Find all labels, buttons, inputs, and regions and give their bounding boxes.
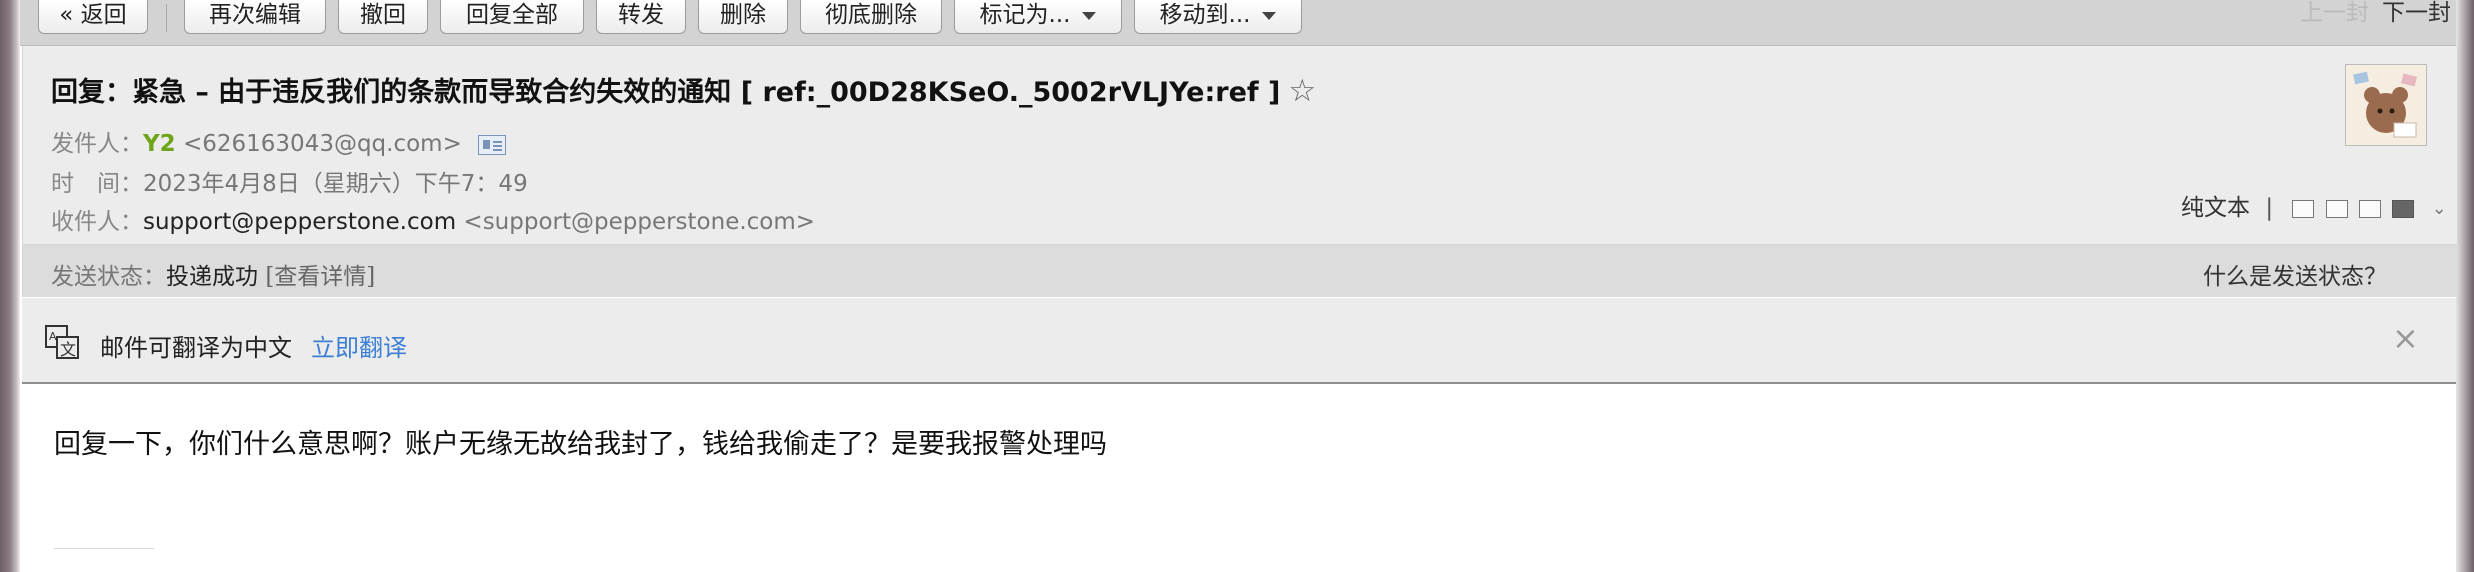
window-edge-left — [0, 0, 20, 572]
window-edge-right — [2456, 0, 2474, 572]
re-edit-button[interactable]: 再次编辑 — [184, 0, 326, 34]
translate-now-link[interactable]: 立即翻译 — [311, 328, 407, 363]
move-to-label: 移动到... — [1159, 2, 1251, 28]
back-button[interactable]: « 返回 — [38, 0, 148, 34]
recipient-name[interactable]: support@pepperstone.com — [143, 209, 456, 235]
print-icon[interactable] — [2392, 199, 2415, 218]
status-value: 投递成功 — [166, 264, 258, 290]
mark-as-label: 标记为... — [979, 2, 1071, 28]
star-icon[interactable]: ☆ — [1288, 73, 1316, 109]
mail-toolbar: « 返回 再次编辑 撤回 回复全部 转发 删除 彻底删除 标记为... 移动到.… — [20, 0, 2456, 46]
translate-icon: 文 A — [45, 325, 79, 359]
chevron-down-icon[interactable]: ⌄ — [2432, 198, 2447, 219]
message-tools: 纯文本 | ⌄ — [2181, 188, 2447, 222]
move-to-dropdown[interactable]: 移动到... — [1134, 0, 1302, 34]
sender-address[interactable]: <626163043@qq.com> — [183, 131, 462, 157]
delivery-status: 发送状态：投递成功 [查看详情] — [51, 257, 375, 291]
recall-button[interactable]: 撤回 — [338, 0, 428, 34]
new-window-icon[interactable] — [2292, 199, 2315, 218]
status-label: 发送状态： — [51, 264, 166, 290]
tools-divider: | — [2265, 195, 2274, 221]
svg-text:A: A — [49, 330, 57, 343]
time-row: 时 间：2023年4月8日（星期六）下午7：49 — [51, 164, 528, 198]
plain-text-link[interactable]: 纯文本 — [2181, 195, 2250, 221]
view-details-link[interactable]: [查看详情] — [265, 264, 375, 290]
time-label: 时 间： — [51, 171, 143, 197]
to-row: 收件人：support@pepperstone.com <support@pep… — [51, 202, 815, 236]
time-value: 2023年4月8日（星期六）下午7：49 — [143, 171, 528, 197]
translate-bar: 文 A 邮件可翻译为中文 立即翻译 × — [22, 298, 2456, 384]
toolbar-separator — [166, 4, 167, 32]
email-subject: 回复：紧急 – 由于违反我们的条款而导致合约失效的通知 [ ref:_00D28… — [51, 70, 1316, 109]
from-row: 发件人：Y2 <626163043@qq.com> — [51, 124, 506, 158]
email-body: 回复一下，你们什么意思啊？账户无缘无故给我封了，钱给我偷走了？是要我报警处理吗 — [54, 429, 1107, 460]
reply-all-button[interactable]: 回复全部 — [440, 0, 584, 34]
download-icon[interactable] — [2359, 199, 2381, 218]
svg-text:文: 文 — [60, 340, 76, 359]
avatar — [2345, 64, 2427, 146]
delivery-status-bar: 发送状态：投递成功 [查看详情] 什么是发送状态？ — [22, 245, 2458, 297]
mark-as-dropdown[interactable]: 标记为... — [954, 0, 1122, 34]
email-header: 回复：紧急 – 由于违反我们的条款而导致合约失效的通知 [ ref:_00D28… — [22, 46, 2458, 245]
avatar-image — [2346, 65, 2426, 145]
prev-email-link[interactable]: 上一封 — [2300, 0, 2369, 26]
from-label: 发件人： — [51, 131, 143, 157]
contact-card-icon[interactable] — [477, 134, 506, 155]
delete-button[interactable]: 删除 — [698, 0, 788, 34]
delete-permanently-button[interactable]: 彻底删除 — [800, 0, 942, 34]
source-view-icon[interactable] — [2325, 199, 2348, 218]
close-icon[interactable]: × — [2392, 320, 2419, 356]
next-email-link[interactable]: 下一封 — [2382, 0, 2451, 26]
to-label: 收件人： — [51, 209, 143, 235]
signature-divider — [54, 548, 154, 549]
translate-message: 邮件可翻译为中文 — [100, 334, 292, 362]
subject-text: 回复：紧急 – 由于违反我们的条款而导致合约失效的通知 [ ref:_00D28… — [51, 77, 1281, 108]
chevron-down-icon — [1082, 11, 1097, 20]
forward-button[interactable]: 转发 — [596, 0, 686, 34]
status-help-link[interactable]: 什么是发送状态？ — [2203, 257, 2387, 291]
sender-name[interactable]: Y2 — [143, 131, 176, 157]
chevron-down-icon — [1262, 11, 1277, 20]
recipient-address[interactable]: <support@pepperstone.com> — [463, 209, 815, 235]
